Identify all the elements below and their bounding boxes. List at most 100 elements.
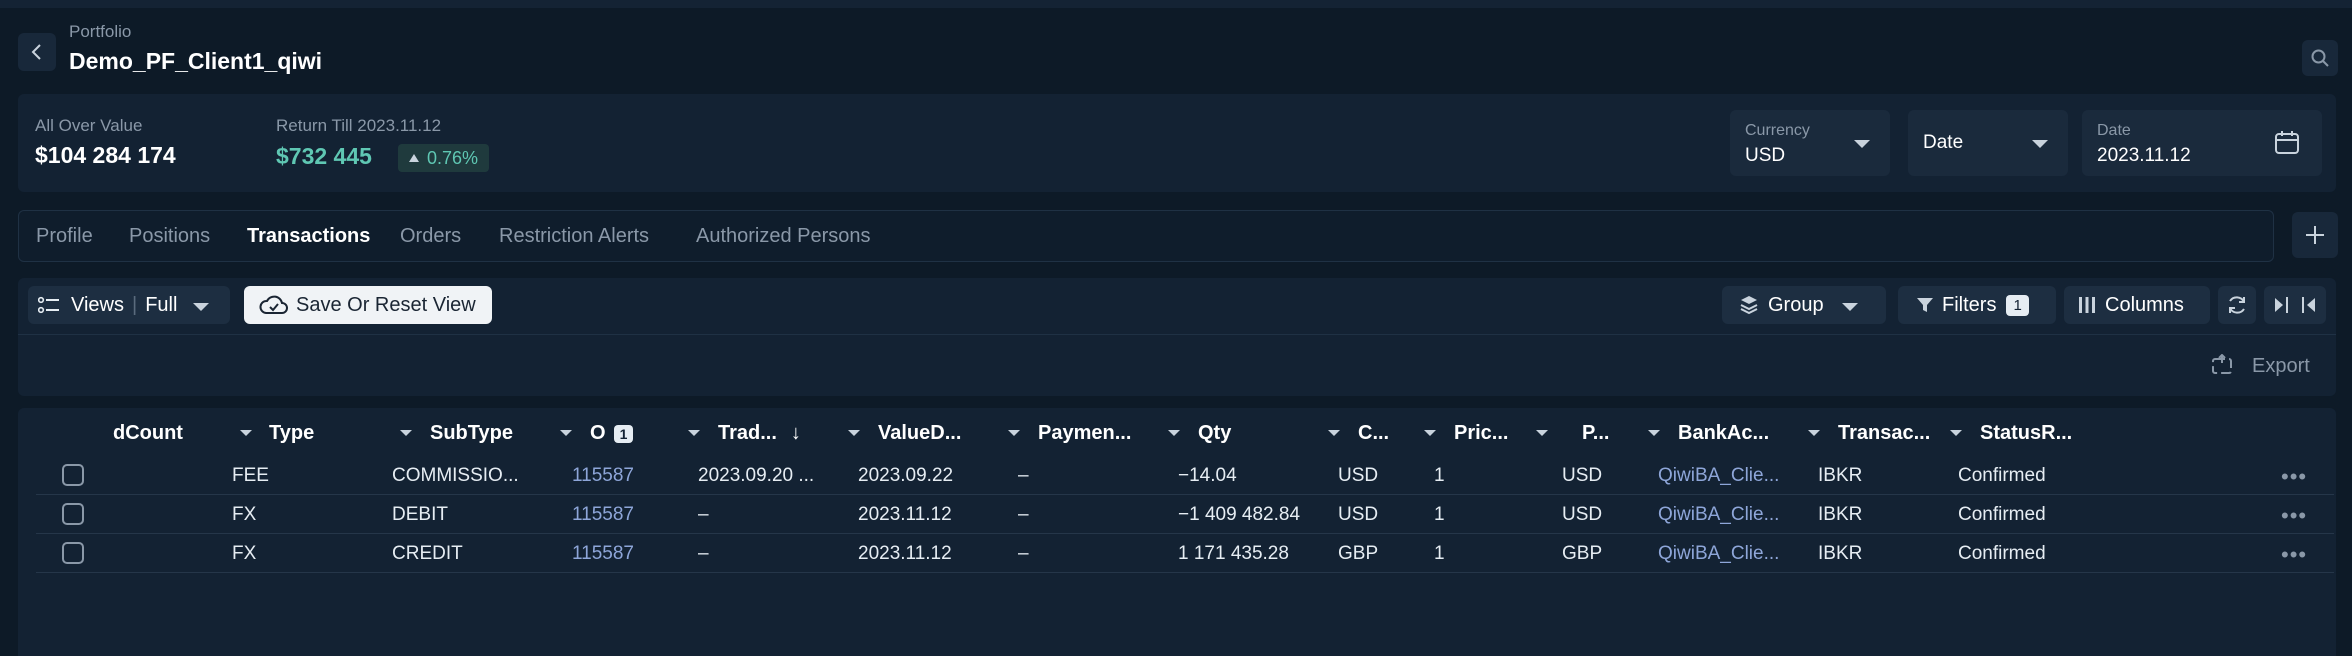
currency-select[interactable]: Currency USD [1730, 110, 1890, 176]
row-more-icon[interactable]: ••• [2281, 503, 2307, 529]
filters-button[interactable]: Filters 1 [1898, 286, 2056, 324]
table-row[interactable]: FX DEBIT 115587 – 2023.11.12 – −1 409 48… [36, 495, 2334, 534]
search-button[interactable] [2302, 40, 2338, 76]
table-row[interactable]: FX CREDIT 115587 – 2023.11.12 – 1 171 43… [36, 534, 2334, 573]
columns-button[interactable]: Columns [2064, 286, 2210, 324]
chevron-down-icon [1854, 140, 1870, 148]
export-button[interactable]: Export [2210, 354, 2310, 378]
chevron-left-icon [31, 44, 41, 60]
col-header-qty[interactable]: Qty [1198, 422, 1231, 445]
date-picker[interactable]: Date 2023.11.12 [2082, 110, 2322, 176]
tab-transactions[interactable]: Transactions [247, 225, 370, 248]
col-menu-icon[interactable] [848, 430, 860, 436]
group-select[interactable]: Group [1722, 286, 1886, 324]
filters-label: Filters [1942, 293, 1997, 316]
date-type-select[interactable]: Date [1908, 110, 2068, 176]
cell-qty: 1 171 435.28 [1178, 543, 1289, 564]
col-header-price-currency[interactable]: P... [1582, 422, 1609, 445]
date-value: 2023.11.12 [2097, 145, 2191, 166]
col-header-status[interactable]: StatusR... [1980, 422, 2072, 445]
cell-bank-account-link[interactable]: QiwiBA_Clie... [1658, 543, 1798, 565]
cell-o-link[interactable]: 115587 [572, 504, 634, 526]
col-header-trade-date[interactable]: Trad... ↓ [718, 422, 801, 445]
col-o-count-badge: 1 [613, 424, 634, 443]
tab-positions[interactable]: Positions [129, 225, 210, 248]
cell-bank-account-link[interactable]: QiwiBA_Clie... [1658, 504, 1798, 526]
export-icon [2212, 354, 2232, 374]
table-row[interactable]: FEE COMMISSIO... 115587 2023.09.20 ... 2… [36, 456, 2334, 495]
search-icon [2311, 49, 2329, 67]
col-menu-icon[interactable] [1008, 430, 1020, 436]
expand-columns-button[interactable] [2264, 286, 2326, 324]
col-menu-icon[interactable] [240, 430, 252, 436]
row-checkbox[interactable] [62, 542, 84, 564]
row-more-icon[interactable]: ••• [2281, 542, 2307, 568]
currency-label: Currency [1745, 122, 1810, 139]
cell-qty: −14.04 [1178, 465, 1237, 486]
return-percent: 0.76% [427, 147, 479, 168]
cloud-icon [259, 295, 288, 314]
tab-bar: Profile Positions Transactions Orders Re… [18, 210, 2274, 262]
tab-restriction-alerts[interactable]: Restriction Alerts [499, 225, 649, 248]
tab-orders[interactable]: Orders [400, 225, 461, 248]
col-menu-icon[interactable] [560, 430, 572, 436]
col-menu-icon[interactable] [1424, 430, 1436, 436]
col-menu-icon[interactable] [1808, 430, 1820, 436]
col-menu-icon[interactable] [1648, 430, 1660, 436]
col-header-o-label: O [590, 422, 606, 444]
views-select[interactable]: Views | Full [28, 286, 230, 324]
cell-subtype: CREDIT [392, 543, 463, 564]
col-header-type[interactable]: Type [269, 422, 314, 445]
row-checkbox[interactable] [62, 464, 84, 486]
views-value: Full [145, 293, 178, 316]
refresh-button[interactable] [2218, 286, 2256, 324]
col-header-bank-account[interactable]: BankAc... [1678, 422, 1769, 445]
columns-icon [2079, 297, 2095, 313]
views-label: Views [71, 293, 124, 316]
split-arrows-icon [2275, 297, 2315, 313]
table-toolbar: Views | Full Save Or Reset View Group Fi… [18, 278, 2336, 396]
cell-trade-date: – [698, 543, 709, 564]
col-menu-icon[interactable] [1328, 430, 1340, 436]
calendar-icon[interactable] [2274, 130, 2300, 156]
breadcrumb[interactable]: Portfolio [69, 22, 131, 42]
top-strip [0, 0, 2352, 8]
save-reset-view-button[interactable]: Save Or Reset View [244, 286, 492, 324]
col-menu-icon[interactable] [1168, 430, 1180, 436]
col-header-value-date[interactable]: ValueD... [878, 422, 961, 445]
col-menu-icon[interactable] [400, 430, 412, 436]
back-button[interactable] [18, 33, 56, 71]
row-more-icon[interactable]: ••• [2281, 464, 2307, 490]
tab-authorized-persons[interactable]: Authorized Persons [696, 225, 871, 248]
col-header-o[interactable]: O1 [590, 422, 634, 445]
col-menu-icon[interactable] [1536, 430, 1548, 436]
cell-price: 1 [1434, 465, 1445, 486]
cell-currency: USD [1338, 504, 1379, 525]
cell-status: Confirmed [1958, 543, 2046, 564]
triangle-up-icon [409, 154, 419, 162]
refresh-icon [2229, 296, 2245, 314]
col-header-transaction[interactable]: Transac... [1838, 422, 1930, 445]
cell-transaction: IBKR [1818, 504, 1863, 525]
cell-bank-account-link[interactable]: QiwiBA_Clie... [1658, 465, 1798, 487]
tab-profile[interactable]: Profile [36, 225, 93, 248]
col-header-payment[interactable]: Paymen... [1038, 422, 1131, 445]
cell-status: Confirmed [1958, 465, 2046, 486]
cell-o-link[interactable]: 115587 [572, 543, 634, 565]
col-menu-icon[interactable] [1950, 430, 1962, 436]
cell-transaction: IBKR [1818, 465, 1863, 486]
cell-currency: GBP [1338, 543, 1379, 564]
col-header-price[interactable]: Pric... [1454, 422, 1508, 445]
add-tab-button[interactable] [2292, 212, 2338, 258]
col-header-currency[interactable]: C... [1358, 422, 1389, 445]
cell-price: 1 [1434, 504, 1445, 525]
col-header-dcount[interactable]: dCount [113, 422, 183, 445]
col-menu-icon[interactable] [688, 430, 700, 436]
col-header-subtype[interactable]: SubType [430, 422, 513, 445]
row-checkbox[interactable] [62, 503, 84, 525]
cell-trade-date: 2023.09.20 ... [698, 465, 815, 486]
cell-price: 1 [1434, 543, 1445, 564]
cell-o-link[interactable]: 115587 [572, 465, 634, 487]
sort-desc-icon: ↓ [790, 422, 801, 444]
cell-type: FX [232, 543, 257, 564]
